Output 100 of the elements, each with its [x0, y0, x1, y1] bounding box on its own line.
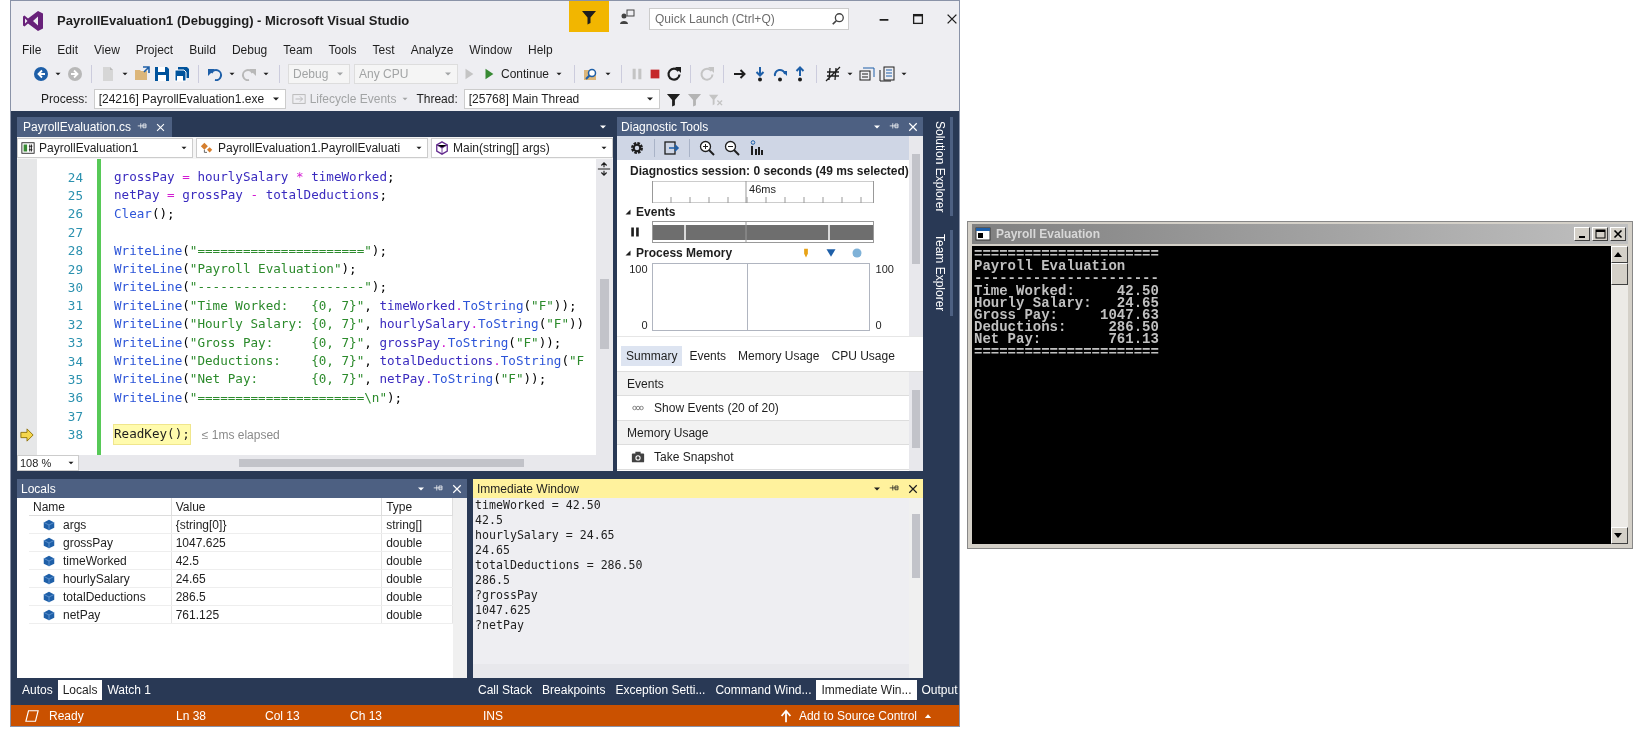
close-icon[interactable] — [907, 482, 919, 495]
type-dropdown[interactable]: PayrollEvaluation1.PayrollEvaluati — [196, 138, 428, 158]
console-line: Payroll Evaluation — [974, 260, 1127, 273]
menu-item[interactable]: Help — [520, 43, 561, 57]
maximize-icon[interactable] — [911, 12, 925, 26]
column-header[interactable]: Value — [171, 498, 382, 516]
pause-icon[interactable] — [628, 226, 641, 238]
notifications-filter-button[interactable] — [569, 1, 609, 32]
vertical-scrollbar[interactable] — [453, 498, 467, 678]
menu-item[interactable]: Build — [181, 43, 224, 57]
side-tab[interactable]: Solution Explorer — [927, 117, 953, 217]
scrollbar-thumb[interactable] — [600, 279, 610, 349]
window-title: Payroll Evaluation — [996, 227, 1102, 241]
thread-dropdown[interactable]: [25768] Main Thread — [463, 89, 660, 109]
tab[interactable]: Autos — [17, 680, 58, 700]
menu-item[interactable]: Debug — [223, 43, 276, 57]
continue-button[interactable]: Continue — [480, 67, 567, 81]
menu-item[interactable]: Project — [127, 43, 182, 57]
menu-item[interactable]: View — [86, 43, 128, 57]
tab[interactable]: Events — [684, 346, 732, 366]
scrollbar-thumb[interactable] — [1611, 263, 1628, 285]
filter-icon[interactable] — [665, 91, 681, 107]
menu-item[interactable]: Window — [461, 43, 520, 57]
step-over-icon[interactable] — [772, 66, 789, 82]
line-number: 25 — [66, 188, 83, 204]
minimize-button[interactable] — [1574, 227, 1590, 241]
horizontal-scrollbar[interactable] — [473, 664, 909, 678]
scrollbar-thumb[interactable] — [912, 390, 921, 448]
close-icon[interactable] — [451, 482, 463, 495]
cube-icon — [43, 608, 55, 621]
tab[interactable]: Watch 1 — [102, 680, 156, 700]
line-number: 27 — [66, 224, 83, 240]
settings-icon[interactable] — [629, 140, 646, 156]
tab[interactable]: Command Wind... — [710, 680, 817, 700]
window-list-icon[interactable] — [859, 66, 876, 82]
quick-launch-field[interactable]: Quick Launch (Ctrl+Q) — [649, 8, 849, 30]
open-folder-icon[interactable] — [134, 66, 150, 82]
line-number: 32 — [66, 316, 83, 332]
save-icon[interactable] — [154, 66, 170, 82]
line-number: 38 — [66, 427, 83, 443]
line-number: 30 — [66, 280, 83, 296]
tab[interactable]: Summary — [621, 346, 683, 366]
up-arrow-icon[interactable] — [778, 708, 793, 723]
process-dropdown[interactable]: [24216] PayrollEvaluation1.exe — [93, 89, 286, 109]
close-icon[interactable] — [945, 12, 959, 26]
column-header[interactable]: Name — [29, 498, 172, 516]
side-tab[interactable]: Team Explorer — [927, 230, 953, 316]
tab[interactable]: Output — [916, 680, 963, 700]
project-dropdown[interactable]: PayrollEvaluation1 — [17, 138, 193, 158]
scrollbar-thumb[interactable] — [912, 154, 921, 264]
vertical-scrollbar[interactable] — [909, 136, 924, 336]
menu-item[interactable]: Edit — [49, 43, 87, 57]
thread-label: Thread: — [416, 92, 458, 106]
document-tab[interactable]: PayrollEvaluation.cs — [17, 117, 173, 137]
table-cell: double — [381, 569, 453, 588]
split-icon[interactable] — [597, 162, 612, 176]
restart-icon[interactable] — [666, 66, 683, 82]
search-icon[interactable] — [831, 12, 845, 26]
member-dropdown[interactable]: Main(string[] args) — [431, 138, 614, 158]
tab[interactable]: Immediate Win... — [816, 680, 917, 700]
zoom-out-icon[interactable] — [724, 140, 741, 156]
scrollbar-thumb[interactable] — [239, 459, 524, 467]
menu-item[interactable]: Test — [364, 43, 403, 57]
back-icon[interactable] — [33, 66, 49, 82]
vertical-scrollbar[interactable] — [1611, 246, 1628, 544]
tab[interactable]: Call Stack — [473, 680, 538, 700]
window-stack-icon[interactable] — [879, 66, 896, 82]
char-indicator: Ch 13 — [350, 708, 384, 723]
scroll-down-button[interactable] — [1611, 527, 1628, 544]
feedback-icon[interactable] — [619, 9, 635, 25]
source-control-link[interactable]: Add to Source Control — [798, 708, 917, 723]
axis-label: 100 — [629, 263, 648, 275]
maximize-button[interactable] — [1592, 227, 1608, 241]
export-icon[interactable] — [664, 140, 681, 156]
zoom-dropdown[interactable]: 108 % — [17, 455, 79, 471]
tab[interactable]: Exception Setti... — [610, 680, 711, 700]
tab[interactable]: Memory Usage — [733, 346, 825, 366]
undo-icon[interactable] — [207, 66, 223, 82]
vertical-scrollbar[interactable] — [596, 159, 614, 455]
tab[interactable]: CPU Usage — [826, 346, 900, 366]
column-header[interactable]: Type — [381, 498, 453, 516]
tab[interactable]: Breakpoints — [537, 680, 611, 700]
bar-chart-icon[interactable] — [749, 140, 766, 156]
scroll-up-button[interactable] — [1611, 246, 1628, 263]
menu-item[interactable]: Tools — [320, 43, 365, 57]
section-header: Events — [617, 372, 910, 396]
menu-item[interactable]: Team — [275, 43, 321, 57]
cube-icon — [43, 554, 55, 567]
close-button[interactable] — [1610, 227, 1626, 241]
hexadecimal-icon[interactable] — [825, 66, 842, 82]
close-icon[interactable] — [907, 120, 920, 133]
vertical-scrollbar[interactable] — [909, 372, 924, 471]
save-all-icon[interactable] — [174, 66, 190, 82]
scrollbar-thumb[interactable] — [912, 514, 920, 578]
tab[interactable]: Locals — [57, 680, 103, 700]
zoom-in-icon[interactable] — [699, 140, 716, 156]
menu-item[interactable]: Analyze — [402, 43, 462, 57]
output-line: hourlySalary = 24.65 — [475, 528, 616, 543]
menu-item[interactable]: File — [14, 43, 50, 57]
table-cell: timeWorked — [63, 553, 127, 568]
